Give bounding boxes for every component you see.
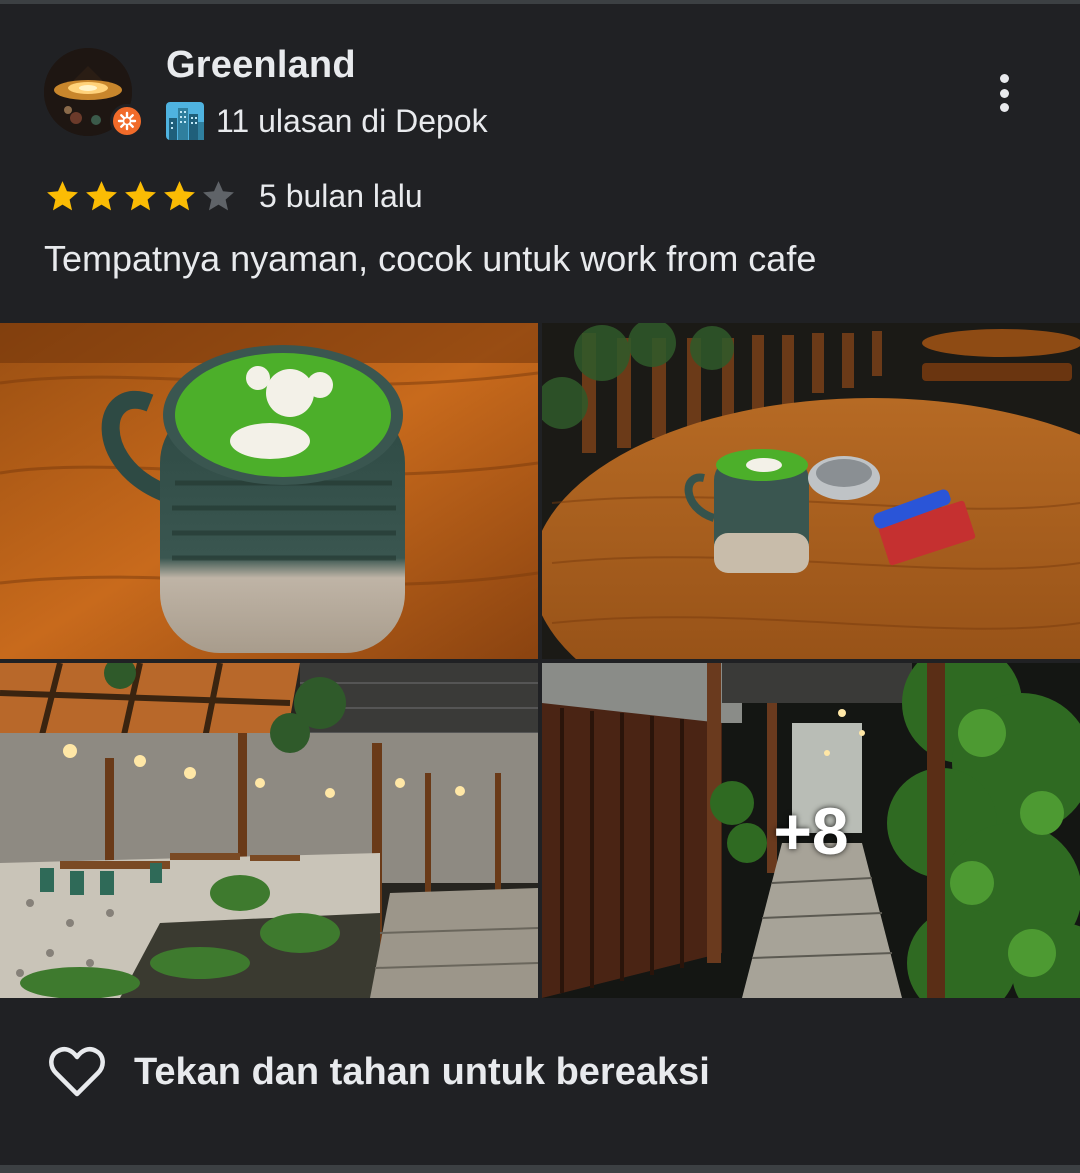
react-button[interactable]: Tekan dan tahan untuk bereaksi	[48, 1046, 710, 1098]
review-time: 5 bulan lalu	[259, 178, 423, 214]
more-photos-count[interactable]: +8	[542, 663, 1080, 998]
more-vert-icon[interactable]	[984, 68, 1024, 118]
review-text: Tempatnya nyaman, cocok untuk work from …	[44, 238, 817, 279]
divider	[0, 1165, 1080, 1173]
photo-cafe-seating-area[interactable]	[0, 663, 538, 998]
local-guide-badge-icon	[110, 104, 144, 138]
rating-row: 5 bulan lalu	[44, 178, 423, 215]
reviewer-meta-text: 11 ulasan di Depok	[216, 102, 488, 139]
heart-outline-icon	[49, 1047, 105, 1097]
avatar[interactable]	[44, 48, 144, 138]
review-card: Greenland 11 ulasan di Depok 5 bulan lal…	[0, 0, 1080, 1173]
star-filled-icon	[164, 181, 195, 211]
react-label: Tekan dan tahan untuk bereaksi	[134, 1050, 710, 1093]
divider	[0, 0, 1080, 4]
author-name[interactable]: Greenland	[166, 44, 356, 87]
star-empty-icon	[203, 181, 234, 211]
star-rating	[44, 178, 237, 215]
reviewer-meta: 11 ulasan di Depok	[166, 102, 488, 140]
photo-table-with-matcha[interactable]	[542, 323, 1080, 659]
star-filled-icon	[47, 181, 78, 211]
star-filled-icon	[86, 181, 117, 211]
star-filled-icon	[125, 181, 156, 211]
city-icon	[166, 102, 204, 140]
photo-matcha-latte-closeup[interactable]	[0, 323, 538, 659]
